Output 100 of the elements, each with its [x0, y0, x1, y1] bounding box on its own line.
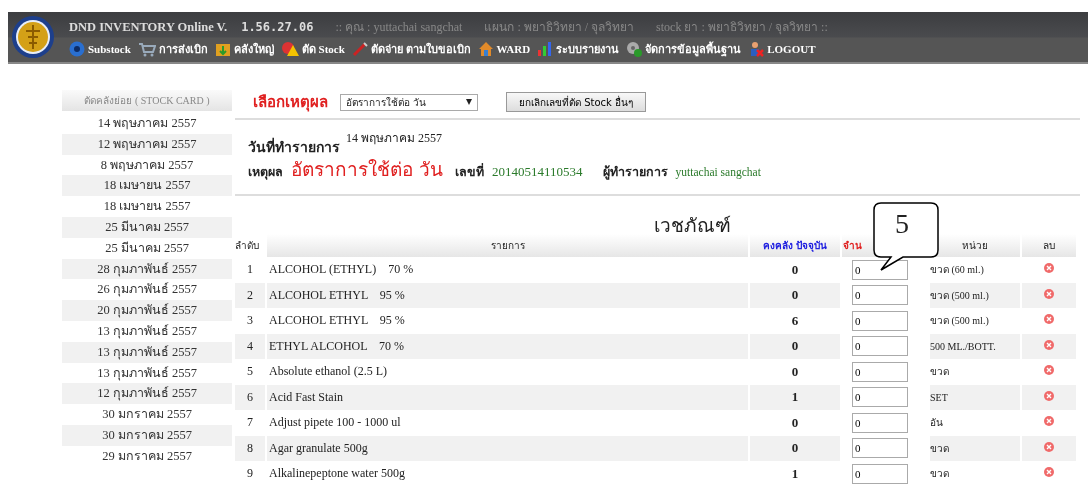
quantity-field[interactable]: 0 — [852, 285, 908, 306]
date-link[interactable]: 18 เมษายน 2557 — [62, 196, 232, 217]
quantity-field[interactable]: 0 — [852, 387, 908, 408]
table-cell-text: ขวด — [930, 365, 950, 380]
table-cell-text: Adjust pipete 100 - 1000 ul — [268, 414, 402, 432]
table-cell-text: 1 — [790, 464, 800, 483]
stock-text: stock ยา : พยาธิวิทยา / จุลวิทยา :: — [656, 18, 828, 36]
menu-item[interactable]: ระบบรายงาน — [537, 39, 620, 58]
table-cell-text: 5 — [246, 363, 254, 381]
reason-field-label: เหตุผล — [248, 163, 283, 182]
version-text: 1.56.27.06 — [241, 19, 314, 34]
quantity-field[interactable]: 0 — [852, 412, 908, 433]
table-cell-text: อัน — [930, 416, 944, 431]
delete-icon[interactable] — [1044, 390, 1054, 401]
quantity-field[interactable]: 0 — [852, 463, 908, 484]
table-cell-text: 0 — [790, 413, 800, 432]
delete-icon[interactable] — [1044, 288, 1054, 299]
table-cell-text: ALCOHOL (ETHYL) 70 % — [268, 261, 415, 279]
table-cell: Acid Fast Stain — [267, 384, 748, 410]
table-cell: 1 — [750, 384, 840, 410]
date-link[interactable]: 13 กุมภาพันธ์ 2557 — [62, 320, 232, 342]
department-text: แผนก : พยาธิวิทยา / จุลวิทยา — [484, 18, 635, 36]
menu-item[interactable]: จัดการข้อมูลพื้นฐาน — [626, 39, 742, 58]
menu-item[interactable]: คลังใหญ่ — [214, 39, 274, 58]
menu-item[interactable]: ตัดจ่าย ตามใบขอเบิก — [351, 39, 471, 58]
table-cell: ALCOHOL ETHYL 95 % — [267, 282, 748, 308]
table-cell: ขวด — [930, 435, 1020, 461]
delete-icon[interactable] — [1044, 467, 1054, 478]
date-value: 14 พฤษภาคม 2557 — [346, 130, 442, 147]
date-link[interactable]: 25 มีนาคม 2557 — [62, 237, 232, 259]
creator-value: yuttachai sangchat — [675, 166, 761, 178]
column-header: ลบ — [1022, 234, 1076, 257]
date-link[interactable]: 12 พฤษภาคม 2557 — [62, 133, 232, 155]
bar-chart-icon — [537, 40, 554, 57]
reason-label: เลือกเหตุผล — [253, 92, 328, 114]
app-title: DND INVENTORY Online V. — [69, 19, 228, 35]
menu-item[interactable]: การส่งเบิก — [137, 39, 208, 58]
date-link[interactable]: 20 กุมภาพันธ์ 2557 — [62, 300, 232, 321]
date-link[interactable]: 26 กุมภาพันธ์ 2557 — [62, 279, 232, 301]
person-icon — [748, 40, 765, 57]
table-cell-text: ALCOHOL ETHYL 95 % — [268, 312, 406, 330]
delete-icon[interactable] — [1044, 365, 1054, 376]
date-link[interactable]: 18 เมษายน 2557 — [62, 175, 232, 197]
table-cell-text: ขวด (500 ml.) — [930, 314, 990, 329]
column-header: คงคลัง ปัจจุบัน — [750, 234, 840, 257]
delete-icon[interactable] — [1044, 314, 1054, 325]
user-text: :: คุณ : yuttachai sangchat — [335, 18, 463, 36]
reason-select[interactable]: อัตราการใช้ต่อ วัน — [340, 93, 478, 111]
date-link[interactable]: 30 มกราคม 2557 — [62, 424, 232, 446]
table-cell-text: Alkalinepeptone water 500g — [268, 465, 406, 483]
table-cell: Agar granulate 500g — [267, 435, 748, 461]
date-link[interactable]: 30 มกราคม 2557 — [62, 404, 232, 425]
delete-icon[interactable] — [1044, 441, 1054, 452]
cancel-button[interactable]: ยกเลิกเลขที่ตัด Stock อื่นๆ — [506, 92, 647, 112]
table-cell-text: ขวด — [930, 467, 950, 482]
number-label: เลขที่ — [455, 162, 485, 181]
date-link[interactable]: 29 มกราคม 2557 — [62, 445, 232, 467]
date-link[interactable]: 28 กุมภาพันธ์ 2557 — [62, 258, 232, 280]
table-cell-text: 7 — [246, 414, 254, 432]
menu-item[interactable]: ตัด Stock — [280, 39, 345, 58]
emblem-logo — [11, 15, 55, 59]
delete-icon[interactable] — [1044, 263, 1054, 274]
date-link[interactable]: 12 กุมภาพันธ์ 2557 — [62, 383, 232, 405]
date-link[interactable]: 8 พฤษภาคม 2557 — [62, 154, 232, 176]
date-link[interactable]: 13 กุมภาพันธ์ 2557 — [62, 341, 232, 363]
table-cell-text: 1 — [246, 261, 254, 279]
table-cell: 4 — [235, 333, 265, 359]
sidebar-title: ตัดคลังย่อย ( STOCK CARD ) — [62, 90, 232, 111]
cart-icon — [137, 40, 156, 57]
column-header: รายการ — [267, 234, 748, 257]
quantity-field[interactable]: 0 — [852, 336, 908, 357]
delete-icon[interactable] — [1044, 339, 1054, 350]
menu-item[interactable]: LOGOUT — [748, 40, 816, 57]
quantity-field[interactable]: 0 — [852, 361, 908, 382]
reason-value: อัตราการใช้ต่อ วัน — [291, 157, 444, 182]
syringe-icon — [351, 40, 368, 57]
table-cell: 0 — [750, 282, 840, 308]
date-link[interactable]: 14 พฤษภาคม 2557 — [62, 113, 232, 134]
table-cell: 0 — [750, 435, 840, 461]
table-cell: ETHYL ALCOHOL 70 % — [267, 333, 748, 359]
menu-item[interactable]: Substock — [69, 40, 131, 57]
table-cell-text: 3 — [246, 312, 254, 330]
table-cell: SET — [930, 384, 1020, 410]
quantity-field[interactable]: 0 — [852, 438, 908, 459]
table-cell-text: ขวด (60 ml.) — [930, 263, 985, 278]
table-cell-text: 0 — [790, 362, 800, 381]
date-link[interactable]: 13 กุมภาพันธ์ 2557 — [62, 362, 232, 384]
disc-icon — [69, 40, 85, 57]
table-cell-text: 6 — [790, 311, 800, 330]
creator-label: ผู้ทำรายการ — [602, 163, 668, 182]
house-icon — [477, 40, 494, 57]
menu-item[interactable]: WARD — [477, 40, 531, 57]
quantity-field[interactable]: 0 — [852, 310, 908, 331]
table-cell: ขวด (500 ml.) — [930, 282, 1020, 308]
delete-icon[interactable] — [1044, 416, 1054, 427]
table-cell: 8 — [235, 435, 265, 461]
quantity-field[interactable]: 0 — [852, 259, 908, 280]
column-header: ลำดับ — [235, 239, 260, 253]
date-link[interactable]: 25 มีนาคม 2557 — [62, 217, 232, 238]
date-label: วันที่ทำรายการ — [248, 136, 340, 157]
